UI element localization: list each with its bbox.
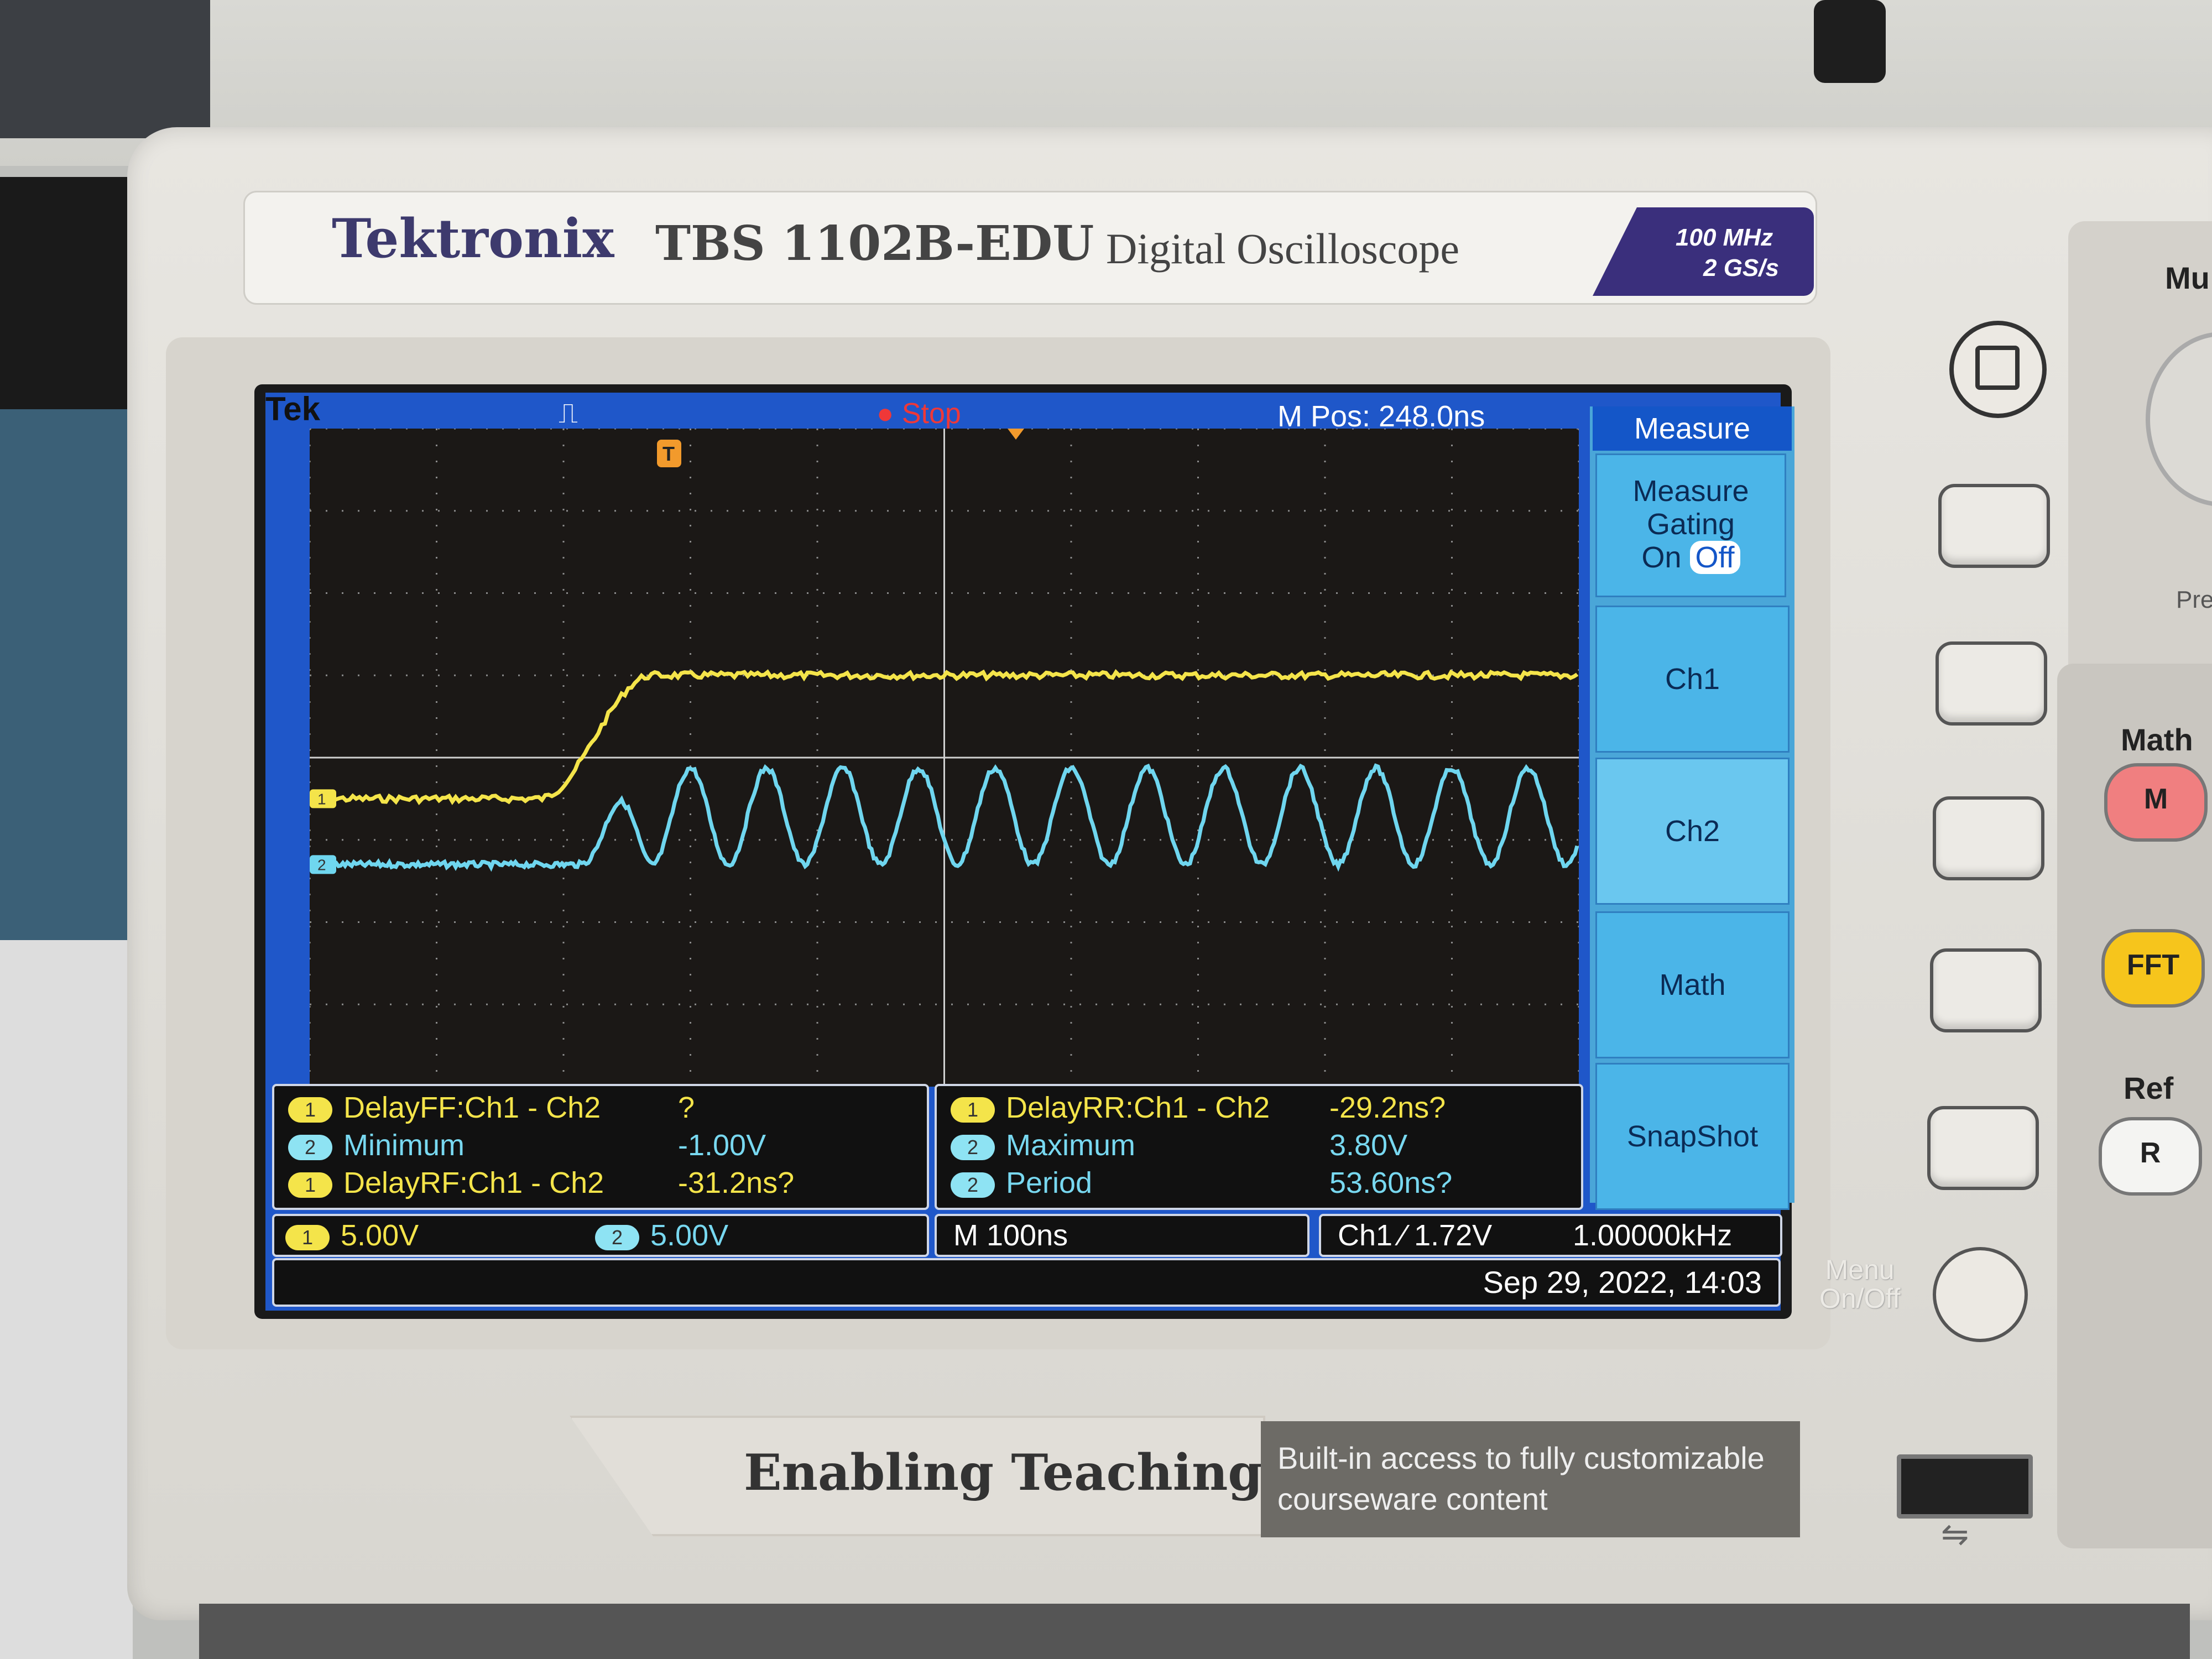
measurement-value: -31.2ns?: [678, 1166, 795, 1199]
measurement-name: Maximum: [1006, 1129, 1136, 1162]
option-button-1[interactable]: [1938, 484, 2050, 568]
measurement-row: 2 Minimum: [288, 1128, 465, 1162]
measurement-row: 1 DelayRF:Ch1 - Ch2: [288, 1166, 604, 1200]
brand-logo: Tektronix: [332, 207, 614, 270]
svg-text:2: 2: [317, 856, 326, 873]
measurement-name: DelayRR:Ch1 - Ch2: [1006, 1091, 1270, 1124]
background-object: [0, 0, 210, 138]
date-time: Sep 29, 2022, 14:03: [1483, 1265, 1762, 1300]
device-description: Digital Oscilloscope: [1106, 225, 1460, 273]
measurement-readout-left: 1 DelayFF:Ch1 - Ch2 ? 2 Minimum -1.00V 1 De…: [272, 1084, 929, 1210]
channel-chip: 2: [951, 1172, 995, 1198]
ch1-volts-per-div: 5.00V: [341, 1219, 419, 1252]
save-icon: [1975, 346, 2020, 390]
multipurpose-label: Mu: [2165, 260, 2210, 295]
menu-onoff-label-line1: Menu: [1825, 1254, 1895, 1285]
teaching-title: Enabling Teaching: [744, 1443, 1263, 1502]
timebase-value: M 100ns: [953, 1219, 1068, 1252]
gating-off: Off: [1689, 541, 1740, 574]
measurement-readout-right: 1 DelayRR:Ch1 - Ch2 -29.2ns? 2 Maximum 3.8…: [935, 1084, 1583, 1210]
option-button-5[interactable]: [1927, 1106, 2039, 1190]
channel-chip: 1: [288, 1172, 332, 1198]
channel-chip: 1: [285, 1224, 330, 1250]
measurement-value: 3.80V: [1329, 1129, 1408, 1162]
gating-on: On: [1641, 541, 1682, 574]
ch2-ground-marker: 2: [310, 855, 336, 874]
menu-onoff-button[interactable]: [1933, 1247, 2028, 1342]
option-button-3[interactable]: [1933, 796, 2044, 880]
math-label: Math: [2121, 722, 2193, 757]
ch2-scale: 2 5.00V: [595, 1216, 728, 1255]
trigger-frequency: 1.00000kHz: [1573, 1219, 1733, 1252]
chassis-foot: [199, 1604, 2190, 1659]
measurement-row: 1 DelayRR:Ch1 - Ch2: [951, 1091, 1270, 1125]
math-button-label: M: [2143, 783, 2168, 815]
gating-label-2: Gating: [1646, 508, 1735, 541]
date-time-bar: Sep 29, 2022, 14:03: [272, 1258, 1781, 1307]
svg-text:1: 1: [317, 790, 326, 807]
option-button-2[interactable]: [1936, 641, 2047, 726]
preset-label: Pre: [2176, 586, 2212, 613]
menu-measure-gating[interactable]: Measure Gating On Off: [1595, 453, 1786, 597]
channel-chip: 2: [951, 1134, 995, 1160]
timebase-readout: M 100ns: [935, 1214, 1310, 1257]
teaching-subtitle: Built-in access to fully customizable co…: [1277, 1441, 1765, 1516]
measurement-value: 53.60ns?: [1329, 1166, 1453, 1199]
trigger-position-marker: [1008, 429, 1024, 440]
spec-samplerate: 2 GS/s: [1703, 254, 1779, 281]
measurement-value: -29.2ns?: [1329, 1091, 1446, 1124]
menu-snapshot[interactable]: SnapShot: [1595, 1063, 1790, 1210]
measurement-row: 2 Maximum: [951, 1128, 1135, 1162]
trigger-marker: T: [657, 440, 681, 467]
menu-math[interactable]: Math: [1595, 911, 1790, 1058]
background-equipment: [0, 177, 127, 409]
measurement-row: 2 Period: [951, 1166, 1092, 1200]
background-desk: [0, 940, 133, 1659]
measurement-name: Minimum: [343, 1129, 465, 1162]
channel-chip: 2: [595, 1224, 639, 1250]
waveform-svg: 1 2 T: [310, 429, 1579, 1087]
spec-bandwidth: 100 MHz: [1676, 224, 1773, 251]
measurement-name: DelayFF:Ch1 - Ch2: [343, 1091, 601, 1124]
measurement-row: 1 DelayFF:Ch1 - Ch2: [288, 1091, 601, 1125]
ch1-ground-marker: 1: [310, 789, 336, 808]
ch2-volts-per-div: 5.00V: [650, 1219, 729, 1252]
channel-chip: 1: [288, 1097, 332, 1123]
ref-label: Ref: [2124, 1071, 2174, 1105]
measurement-name: Period: [1006, 1166, 1093, 1199]
option-button-4[interactable]: [1930, 948, 2042, 1032]
trigger-level: Ch1 ⁄ 1.72V: [1338, 1219, 1493, 1252]
channel-chip: 1: [951, 1097, 995, 1123]
graticule: [310, 429, 1579, 1087]
usb-port[interactable]: [1897, 1454, 2033, 1519]
side-menu-title: Measure: [1593, 406, 1792, 451]
menu-onoff-label: Menu On/Off: [1819, 1255, 1900, 1313]
model-name: TBS 1102B-EDU: [655, 216, 1094, 272]
vertical-scale-readout: 1 5.00V 2 5.00V: [272, 1214, 929, 1257]
menu-onoff-label-line2: On/Off: [1819, 1283, 1901, 1314]
usb-icon: ⇋: [1941, 1516, 1969, 1553]
background-object: [1814, 0, 1886, 83]
fft-button-label: FFT: [2126, 949, 2180, 981]
acquisition-icon: ⎍: [559, 398, 578, 429]
run-state: ● Stop: [877, 398, 961, 430]
status-tek-label: Tek: [265, 390, 320, 427]
menu-ch1[interactable]: Ch1: [1595, 606, 1790, 753]
channel-chip: 2: [288, 1134, 332, 1160]
measurement-value: ?: [678, 1091, 695, 1124]
measurement-name: DelayRF:Ch1 - Ch2: [343, 1166, 604, 1199]
waveform-display: 1 2 T: [310, 429, 1579, 1087]
measurement-value: -1.00V: [678, 1129, 766, 1162]
trigger-readout: Ch1 ⁄ 1.72V 1.00000kHz: [1319, 1214, 1782, 1257]
ch1-scale: 1 5.00V: [285, 1216, 419, 1255]
svg-text:T: T: [662, 442, 675, 465]
gating-label-1: Measure: [1632, 474, 1749, 508]
gating-toggle: On Off: [1597, 541, 1785, 574]
menu-ch2[interactable]: Ch2: [1595, 758, 1790, 905]
ref-button-label: R: [2140, 1137, 2161, 1169]
